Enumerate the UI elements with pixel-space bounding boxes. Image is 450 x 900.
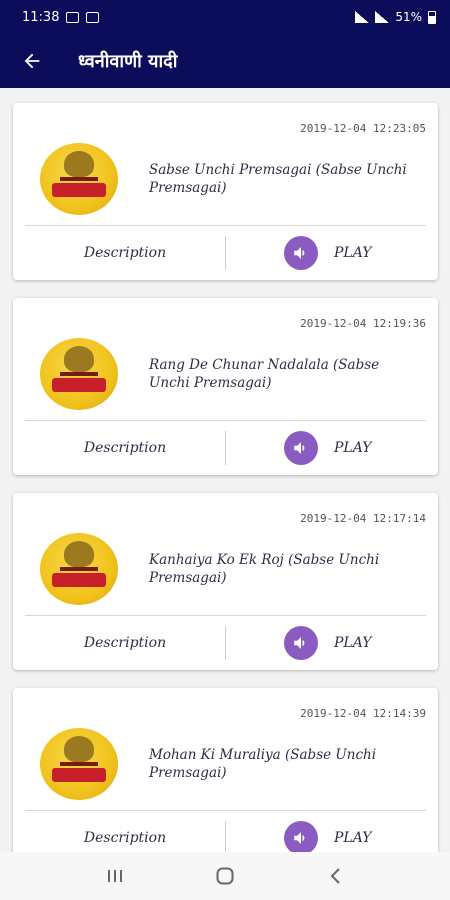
battery-percentage: 51% [395, 10, 422, 24]
description-button[interactable]: Description [25, 616, 225, 670]
audio-title: Sabse Unchi Premsagai (Sabse Unchi Prems… [149, 162, 407, 196]
chevron-left-icon [330, 868, 340, 884]
recent-apps-icon [108, 870, 122, 882]
description-button[interactable]: Description [25, 226, 225, 280]
speaker-icon [284, 821, 318, 852]
status-bar: 11:38 51% [0, 0, 450, 34]
album-art-image [40, 338, 118, 410]
audio-card: 2019-12-04 12:23:05 Sabse Unchi Premsaga… [13, 103, 438, 280]
audio-timestamp: 2019-12-04 12:23:05 [300, 122, 426, 135]
status-time: 11:38 [22, 9, 60, 25]
message-icon [86, 11, 100, 23]
audio-card: 2019-12-04 12:17:14 Kanhaiya Ko Ek Roj (… [13, 493, 438, 670]
play-label: PLAY [334, 830, 372, 846]
page-title: ध्वनीवाणी यादी [78, 51, 178, 72]
audio-title: Rang De Chunar Nadalala (Sabse Unchi Pre… [149, 357, 380, 391]
home-icon [216, 867, 234, 885]
audio-title: Mohan Ki Muraliya (Sabse Unchi Premsagai… [149, 747, 377, 781]
home-button[interactable] [205, 856, 245, 896]
album-art-image [40, 533, 118, 605]
album-art-image [40, 728, 118, 800]
album-art-image [40, 143, 118, 215]
play-button[interactable]: PLAY [226, 421, 426, 475]
play-button[interactable]: PLAY [226, 226, 426, 280]
recent-apps-button[interactable] [95, 856, 135, 896]
app-bar: ध्वनीवाणी यादी [0, 34, 450, 88]
back-arrow-icon [24, 53, 40, 69]
gallery-icon [66, 11, 80, 23]
description-button[interactable]: Description [25, 811, 225, 852]
system-nav-bar [0, 852, 450, 900]
description-button[interactable]: Description [25, 421, 225, 475]
audio-card: 2019-12-04 12:19:36 Rang De Chunar Nadal… [13, 298, 438, 475]
speaker-icon [284, 626, 318, 660]
speaker-icon [284, 431, 318, 465]
play-label: PLAY [334, 635, 372, 651]
play-label: PLAY [334, 440, 372, 456]
back-button[interactable] [0, 34, 64, 88]
audio-timestamp: 2019-12-04 12:14:39 [300, 707, 426, 720]
audio-list[interactable]: 2019-12-04 12:23:05 Sabse Unchi Premsaga… [0, 88, 450, 852]
audio-timestamp: 2019-12-04 12:19:36 [300, 317, 426, 330]
audio-card: 2019-12-04 12:14:39 Mohan Ki Muraliya (S… [13, 688, 438, 852]
signal-icon [375, 11, 390, 23]
audio-timestamp: 2019-12-04 12:17:14 [300, 512, 426, 525]
play-button[interactable]: PLAY [226, 616, 426, 670]
speaker-icon [284, 236, 318, 270]
audio-title: Kanhaiya Ko Ek Roj (Sabse Unchi Premsaga… [149, 552, 380, 586]
play-button[interactable]: PLAY [226, 811, 426, 852]
battery-icon [428, 10, 436, 24]
play-label: PLAY [334, 245, 372, 261]
wifi-icon [355, 11, 370, 23]
back-nav-button[interactable] [315, 856, 355, 896]
